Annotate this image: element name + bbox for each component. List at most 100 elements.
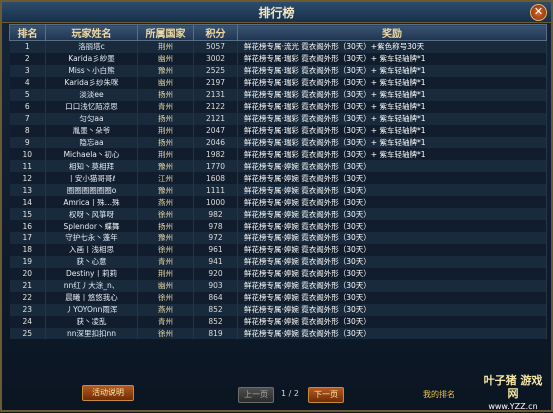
player-name-cell: Splendor丶蝶舞 xyxy=(45,220,138,232)
table-row[interactable]: 18 入画丨浅相思 徐州 961 鲜花榜专属·婷婉 霓衣阁外形（30天） xyxy=(9,243,547,256)
player-name-cell: 洛丽塔c xyxy=(45,40,138,53)
player-name-cell: 获丶凌乱 xyxy=(45,315,138,328)
table-row[interactable]: 10 Michaela丶初心 荆州 1982 鲜花榜专属·瑞彩 霓衣阁外形（30天）+ … xyxy=(9,148,547,161)
rank-cell: 10 xyxy=(9,148,46,161)
reward-cell: 鲜花榜专属·婷婉 霓衣阁外形（30天） xyxy=(237,267,547,280)
nation-cell: 扬州 xyxy=(137,88,194,101)
table-row[interactable]: 1 洛丽塔c 荆州 5057 鲜花榜专属·流光 霓衣阁外形（30天）+紫色称号30天 xyxy=(9,40,547,53)
rank-cell: 13 xyxy=(9,184,46,197)
score-cell: 2047 xyxy=(193,124,238,137)
table-row[interactable]: 17 守护七永丶蓬年 豫州 972 鲜花榜专属·婷婉 霓衣阁外形（30天） xyxy=(9,232,547,244)
table-row[interactable]: 9 隐忘aa 扬州 2046 鲜花榜专属·瑞彩 霓衣阁外形（30天）+ 紫车轻轴牌*1 xyxy=(9,136,547,149)
table-row[interactable]: 8 胤墨丶朵爷 荆州 2047 鲜花榜专属·瑞彩 霓衣阁外形（30天）+ 紫车轻轴牌*1 xyxy=(9,124,547,137)
score-cell: 972 xyxy=(193,232,238,244)
table-header-row: 排名 玩家姓名 所属国家 积分 奖励 xyxy=(9,24,547,41)
score-cell: 819 xyxy=(193,327,238,340)
rank-cell: 2 xyxy=(9,52,46,65)
reward-cell: 鲜花榜专属·婷婉 霓衣阁外形（30天） xyxy=(237,160,547,173)
table-row[interactable]: 3 Miss丶小白熊 豫州 2525 鲜花榜专属·瑞彩 霓衣阁外形（30天）+ 紫车轻轴… xyxy=(9,64,547,77)
table-row[interactable]: 22 晨曦丨悠悠我心 徐州 864 鲜花榜专属·婷婉 霓衣阁外形（30天） xyxy=(9,291,547,304)
player-name-cell: 守护七永丶蓬年 xyxy=(45,232,138,244)
table-row[interactable]: 19 获丶心意 青州 941 鲜花榜专属·婷婉 霓衣阁外形（30天） xyxy=(9,255,547,268)
reward-cell: 鲜花榜专属·瑞彩 霓衣阁外形（30天）+ 紫车轻轴牌*1 xyxy=(237,52,547,65)
rank-cell: 8 xyxy=(9,124,46,137)
table-row[interactable]: 12 丨安小猫哥哥ℓ 江州 1608 鲜花榜专属·婷婉 霓衣阁外形（30天） xyxy=(9,172,547,185)
rank-cell: 11 xyxy=(9,160,46,173)
score-cell: 978 xyxy=(193,220,238,232)
my-rank-label: 我的排名 xyxy=(423,390,455,399)
player-name-cell: 入画丨浅相思 xyxy=(45,243,138,256)
reward-cell: 鲜花榜专属·婷婉 霓衣阁外形（30天） xyxy=(237,172,547,185)
table-row[interactable]: 25 nn深里扣扣nn 徐州 819 鲜花榜专属·婷婉 霓衣阁外形（30天） xyxy=(9,327,547,340)
player-name-cell: 淡淡ee xyxy=(45,88,138,101)
nation-cell: 扬州 xyxy=(137,136,194,149)
table-row[interactable]: 5 淡淡ee 扬州 2131 鲜花榜专属·瑞彩 霓衣阁外形（30天）+ 紫车轻轴牌*1 xyxy=(9,88,547,101)
table-row[interactable]: 23 丿YOYOnn雨浑 燕州 852 鲜花榜专属·婷婉 霓衣阁外形（30天） xyxy=(9,303,547,316)
table-row[interactable]: 16 Splendor丶蝶舞 扬州 978 鲜花榜专属·婷婉 霓衣阁外形（30天） xyxy=(9,220,547,232)
ranking-window: 排行榜 ✕ 排名 玩家姓名 所属国家 积分 奖励 1 洛丽塔c 荆州 5057 鲜花榜专… xyxy=(0,0,553,412)
reward-cell: 鲜花榜专属·婷婉 霓衣阁外形（30天） xyxy=(237,220,547,232)
player-name-cell: Miss丶小白熊 xyxy=(45,64,138,77)
rank-cell: 20 xyxy=(9,267,46,280)
watermark-title: 叶子猪 游戏网 xyxy=(483,374,543,400)
player-name-cell: Karida彡紗墨 xyxy=(45,52,138,65)
reward-cell: 鲜花榜专属·瑞彩 霓衣阁外形（30天）+ 紫车轻轴牌*1 xyxy=(237,88,547,101)
rank-cell: 22 xyxy=(9,291,46,304)
table-row[interactable]: 24 获丶凌乱 青州 852 鲜花榜专属·婷婉 霓衣阁外形（30天） xyxy=(9,315,547,328)
score-cell: 2197 xyxy=(193,76,238,89)
reward-cell: 鲜花榜专属·婷婉 霓衣阁外形（30天） xyxy=(237,303,547,316)
table-row[interactable]: 4 Karida彡纱朱咪 幽州 2197 鲜花榜专属·瑞彩 霓衣阁外形（30天）+ 紫车… xyxy=(9,76,547,89)
activity-info-button[interactable]: 活动说明 xyxy=(82,385,134,401)
score-cell: 1770 xyxy=(193,160,238,173)
page-indicator: 1 / 2 xyxy=(281,389,299,398)
rank-cell: 14 xyxy=(9,196,46,209)
header-nation: 所属国家 xyxy=(137,24,194,41)
nation-cell: 荆州 xyxy=(137,148,194,161)
player-name-cell: 丿YOYOnn雨浑 xyxy=(45,303,138,316)
reward-cell: 鲜花榜专属·瑞彩 霓衣阁外形（30天）+ 紫车轻轴牌*1 xyxy=(237,136,547,149)
table-row[interactable]: 13 圈圈圈圈圈圈o 豫州 1111 鲜花榜专属·婷婉 霓衣阁外形（30天） xyxy=(9,184,547,197)
score-cell: 2525 xyxy=(193,64,238,77)
rank-cell: 6 xyxy=(9,100,46,113)
reward-cell: 鲜花榜专属·婷婉 霓衣阁外形（30天） xyxy=(237,255,547,268)
player-name-cell: 获丶心意 xyxy=(45,255,138,268)
score-cell: 2121 xyxy=(193,112,238,125)
score-cell: 5057 xyxy=(193,40,238,53)
window-title: 排行榜 xyxy=(258,6,295,20)
nation-cell: 幽州 xyxy=(137,76,194,89)
reward-cell: 鲜花榜专属·瑞彩 霓衣阁外形（30天）+ 紫车轻轴牌*1 xyxy=(237,112,547,125)
player-name-cell: 隐忘aa xyxy=(45,136,138,149)
nation-cell: 荆州 xyxy=(137,40,194,53)
rank-cell: 7 xyxy=(9,112,46,125)
table-row[interactable]: 15 权呀丶风箏呀 徐州 982 鲜花榜专属·婷婉 霓衣阁外形（30天） xyxy=(9,208,547,221)
site-watermark: 叶子猪 游戏网 www.YZZ.cn xyxy=(482,374,544,411)
reward-cell: 鲜花榜专属·瑞彩 霓衣阁外形（30天）+ 紫车轻轴牌*1 xyxy=(237,100,547,113)
rank-cell: 21 xyxy=(9,279,46,292)
nation-cell: 豫州 xyxy=(137,64,194,77)
table-row[interactable]: 20 Destiny丨莉莉 荆州 920 鲜花榜专属·婷婉 霓衣阁外形（30天） xyxy=(9,267,547,280)
close-icon[interactable]: ✕ xyxy=(530,4,547,21)
nation-cell: 徐州 xyxy=(137,327,194,340)
header-reward: 奖励 xyxy=(237,24,547,41)
player-name-cell: nn深里扣扣nn xyxy=(45,327,138,340)
player-name-cell: Karida彡纱朱咪 xyxy=(45,76,138,89)
rank-cell: 5 xyxy=(9,88,46,101)
reward-cell: 鲜花榜专属·婷婉 霓衣阁外形（30天） xyxy=(237,279,547,292)
reward-cell: 鲜花榜专属·流光 霓衣阁外形（30天）+紫色称号30天 xyxy=(237,40,547,53)
nation-cell: 幽州 xyxy=(137,279,194,292)
rank-cell: 16 xyxy=(9,220,46,232)
player-name-cell: 口口浅忆陌凉思 xyxy=(45,100,138,113)
table-row[interactable]: 2 Karida彡紗墨 幽州 3002 鲜花榜专属·瑞彩 霓衣阁外形（30天）+ 紫车轻… xyxy=(9,52,547,65)
reward-cell: 鲜花榜专属·瑞彩 霓衣阁外形（30天）+ 紫车轻轴牌*1 xyxy=(237,64,547,77)
score-cell: 941 xyxy=(193,255,238,268)
table-row[interactable]: 11 相知丶莫相拜 豫州 1770 鲜花榜专属·婷婉 霓衣阁外形（30天） xyxy=(9,160,547,173)
next-page-button[interactable]: 下一页 xyxy=(308,387,344,403)
player-name-cell: 晨曦丨悠悠我心 xyxy=(45,291,138,304)
rank-cell: 17 xyxy=(9,232,46,244)
table-row[interactable]: 21 nn红丿大涂_n、 幽州 903 鲜花榜专属·婷婉 霓衣阁外形（30天） xyxy=(9,279,547,292)
table-row[interactable]: 14 Amrica丨殊…殊 燕州 1000 鲜花榜专属·婷婉 霓衣阁外形（30天） xyxy=(9,196,547,209)
table-row[interactable]: 6 口口浅忆陌凉思 青州 2122 鲜花榜专属·瑞彩 霓衣阁外形（30天）+ 紫车轻轴牌… xyxy=(9,100,547,113)
table-row[interactable]: 7 匀匀aa 扬州 2121 鲜花榜专属·瑞彩 霓衣阁外形（30天）+ 紫车轻轴牌*1 xyxy=(9,112,547,125)
rank-cell: 24 xyxy=(9,315,46,328)
prev-page-button[interactable]: 上一页 xyxy=(238,387,274,403)
